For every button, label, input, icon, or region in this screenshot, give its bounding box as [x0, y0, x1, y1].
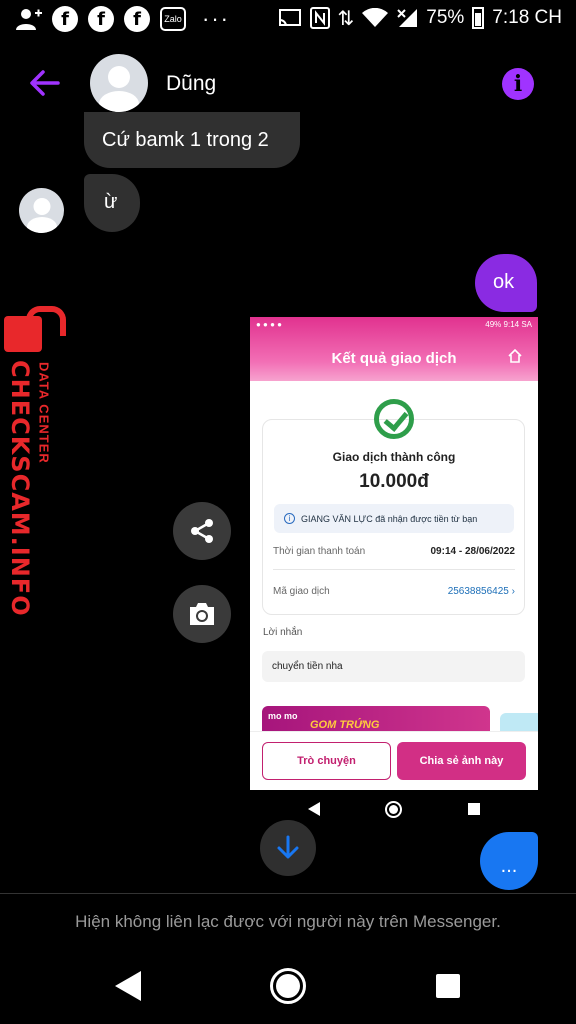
attachment-clock: 9:14 SA [503, 320, 532, 329]
info-circle-icon: i [284, 513, 295, 524]
image-attachment[interactable]: ● ● ● ● 49% 9:14 SA Kết quả giao dịch Gi… [250, 317, 538, 790]
row-label: Mã giao dịch [273, 586, 330, 597]
clock: 7:18 CH [492, 7, 562, 28]
divider [0, 893, 576, 894]
battery-percent: 75% [426, 7, 465, 28]
transaction-status: Giao dịch thành công [332, 450, 456, 464]
typing-indicator: ... [480, 832, 538, 890]
more-notifications-icon: ··· [202, 6, 230, 31]
row-value: 25638856425 [447, 586, 509, 597]
scroll-to-bottom-button[interactable] [260, 820, 316, 876]
contact-name[interactable]: Dũng [166, 72, 216, 96]
attachment-notification-icons: ● ● ● ● [256, 320, 282, 329]
cast-icon [278, 9, 301, 27]
padlock-watermark-icon [4, 306, 66, 352]
success-check-icon [374, 399, 414, 439]
nav-home-icon[interactable] [270, 968, 306, 1004]
message-label: Lời nhắn [263, 627, 303, 638]
home-icon [508, 349, 522, 363]
battery-icon [472, 7, 485, 29]
data-arrows-icon: ⇅ [337, 6, 355, 30]
add-person-icon [16, 9, 42, 30]
recipient-notice-text: GIANG VĂN LỰC đã nhận được tiền từ bạn [301, 513, 478, 524]
row-label: Thời gian thanh toán [273, 546, 366, 557]
momo-logo: mo mo [268, 711, 298, 721]
payment-time-row: Thời gian thanh toán 09:14 - 28/06/2022 [273, 546, 515, 557]
message-bubble-outgoing[interactable]: ok [475, 254, 537, 312]
camera-icon [190, 603, 214, 625]
divider [273, 569, 515, 570]
attachment-footer: Trò chuyện Chia sẻ ảnh này [250, 731, 538, 790]
zalo-icon: Zalo [160, 7, 186, 31]
message-bubble-incoming[interactable]: Cứ bamk 1 trong 2 [84, 112, 300, 168]
home-circle-icon [385, 801, 402, 818]
share-button[interactable] [173, 502, 231, 560]
nav-back-icon[interactable] [115, 971, 141, 1001]
recipient-notice: i GIANG VĂN LỰC đã nhận được tiền từ bạn [274, 504, 514, 533]
notification-icons: f f f Zalo ··· [16, 6, 230, 32]
status-bar: f f f Zalo ··· ⇅ 75% 7:18 CH [0, 0, 576, 40]
sender-avatar[interactable] [19, 188, 64, 233]
nav-recents-icon[interactable] [436, 974, 460, 998]
signal-icon [397, 9, 418, 27]
arrow-down-icon [277, 835, 299, 859]
share-image-button: Chia sẻ ảnh này [397, 742, 526, 780]
info-icon[interactable]: i [502, 68, 534, 100]
transaction-amount: 10.000đ [359, 471, 429, 492]
facebook-icon: f [88, 6, 114, 32]
nfc-icon [309, 7, 330, 29]
camera-button[interactable] [173, 585, 231, 643]
facebook-icon: f [124, 6, 150, 32]
promo-banner-text: GOM TRỨNG [310, 719, 380, 731]
recents-square-icon [468, 803, 480, 815]
system-status: ⇅ 75% 7:18 CH [278, 6, 562, 30]
message-bubble-incoming[interactable]: ừ [84, 174, 140, 232]
attachment-status-bar: ● ● ● ● 49% 9:14 SA [256, 320, 532, 329]
unavailable-notice: Hiện không liên lạc được với người này t… [75, 912, 501, 931]
message-text: Cứ bamk 1 trong 2 [102, 129, 269, 151]
chat-button: Trò chuyện [262, 742, 391, 780]
transfer-message: chuyển tiền nha [262, 651, 525, 682]
system-navigation-bar [0, 960, 576, 1024]
attachment-title: Kết quả giao dịch [331, 350, 457, 367]
chevron-right-icon: › [511, 586, 515, 597]
facebook-icon: f [52, 6, 78, 32]
row-value: 09:14 - 28/06/2022 [430, 546, 515, 557]
message-text: ừ [104, 191, 118, 213]
arrow-left-icon[interactable] [28, 66, 62, 100]
transaction-id-row: Mã giao dịch 25638856425 › [273, 586, 515, 597]
back-triangle-icon [308, 802, 320, 816]
attachment-battery: 49% [485, 320, 502, 329]
wifi-icon [362, 8, 389, 27]
attachment-header: ● ● ● ● 49% 9:14 SA Kết quả giao dịch [250, 317, 538, 381]
message-text: ok [493, 271, 515, 293]
watermark-subtext: DATA CENTER [36, 362, 52, 464]
contact-avatar[interactable] [90, 54, 148, 112]
share-icon [191, 519, 213, 543]
